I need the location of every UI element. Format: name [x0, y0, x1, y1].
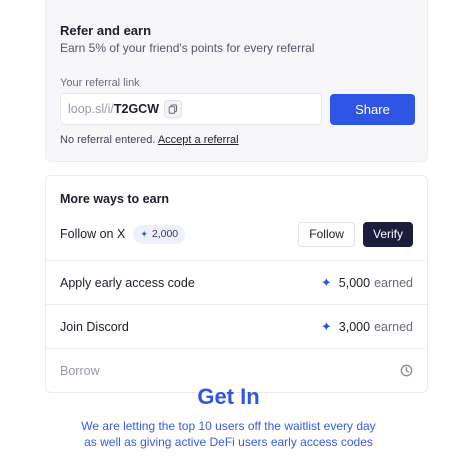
no-referral-text: No referral entered. — [60, 134, 156, 146]
referral-link-field[interactable]: loop.sl/i/ T2GCW — [60, 93, 322, 125]
discord-earned: ✦ 3,000 earned — [321, 319, 413, 335]
borrow-label: Borrow — [60, 363, 100, 378]
follow-x-label: Follow on X — [60, 227, 126, 241]
points-badge: ✦ 2,000 — [133, 224, 186, 244]
earned-suffix: earned — [374, 319, 413, 334]
accept-referral-link[interactable]: Accept a referral — [158, 134, 239, 146]
earned-value: 5,000 — [338, 275, 371, 290]
early-access-earned: ✦ 5,000 earned — [321, 275, 413, 291]
page: Refer and earn Earn 5% of your friend's … — [0, 0, 457, 460]
copy-icon[interactable] — [164, 100, 182, 118]
discord-row[interactable]: Join Discord ✦ 3,000 earned — [46, 304, 427, 348]
refer-card: Refer and earn Earn 5% of your friend's … — [45, 0, 428, 162]
share-button[interactable]: Share — [330, 94, 415, 125]
waitlist-tagline: We are letting the top 10 users off the … — [0, 419, 457, 450]
get-in-heading: Get In — [197, 384, 260, 409]
earned-suffix: earned — [374, 275, 413, 290]
sparkle-icon: ✦ — [320, 318, 332, 334]
follow-x-row: Follow on X ✦ 2,000 Follow Verify — [46, 212, 427, 256]
sparkle-icon: ✦ — [140, 228, 148, 239]
refer-subtitle: Earn 5% of your friend's points for ever… — [60, 41, 315, 55]
tagline-line-2: as well as giving active DeFi users earl… — [84, 434, 373, 449]
referral-link-label: Your referral link — [60, 77, 140, 89]
no-referral-note: No referral entered. Accept a referral — [60, 134, 239, 146]
more-ways-title: More ways to earn — [60, 192, 170, 206]
clock-icon — [400, 364, 413, 377]
earned-value: 3,000 — [338, 319, 371, 334]
early-access-row[interactable]: Apply early access code ✦ 5,000 earned — [46, 260, 427, 304]
referral-link-prefix: loop.sl/i/ — [68, 102, 114, 116]
refer-title: Refer and earn — [60, 23, 152, 38]
sparkle-icon: ✦ — [320, 274, 332, 290]
verify-button[interactable]: Verify — [362, 221, 413, 247]
points-value: 2,000 — [151, 228, 179, 240]
follow-button[interactable]: Follow — [298, 221, 355, 247]
early-access-label: Apply early access code — [60, 275, 195, 290]
referral-link-code: T2GCW — [113, 102, 159, 116]
tagline-line-1: We are letting the top 10 users off the … — [81, 419, 376, 433]
more-ways-card: More ways to earn Follow on X ✦ 2,000 Fo… — [45, 175, 428, 393]
discord-label: Join Discord — [60, 319, 129, 334]
